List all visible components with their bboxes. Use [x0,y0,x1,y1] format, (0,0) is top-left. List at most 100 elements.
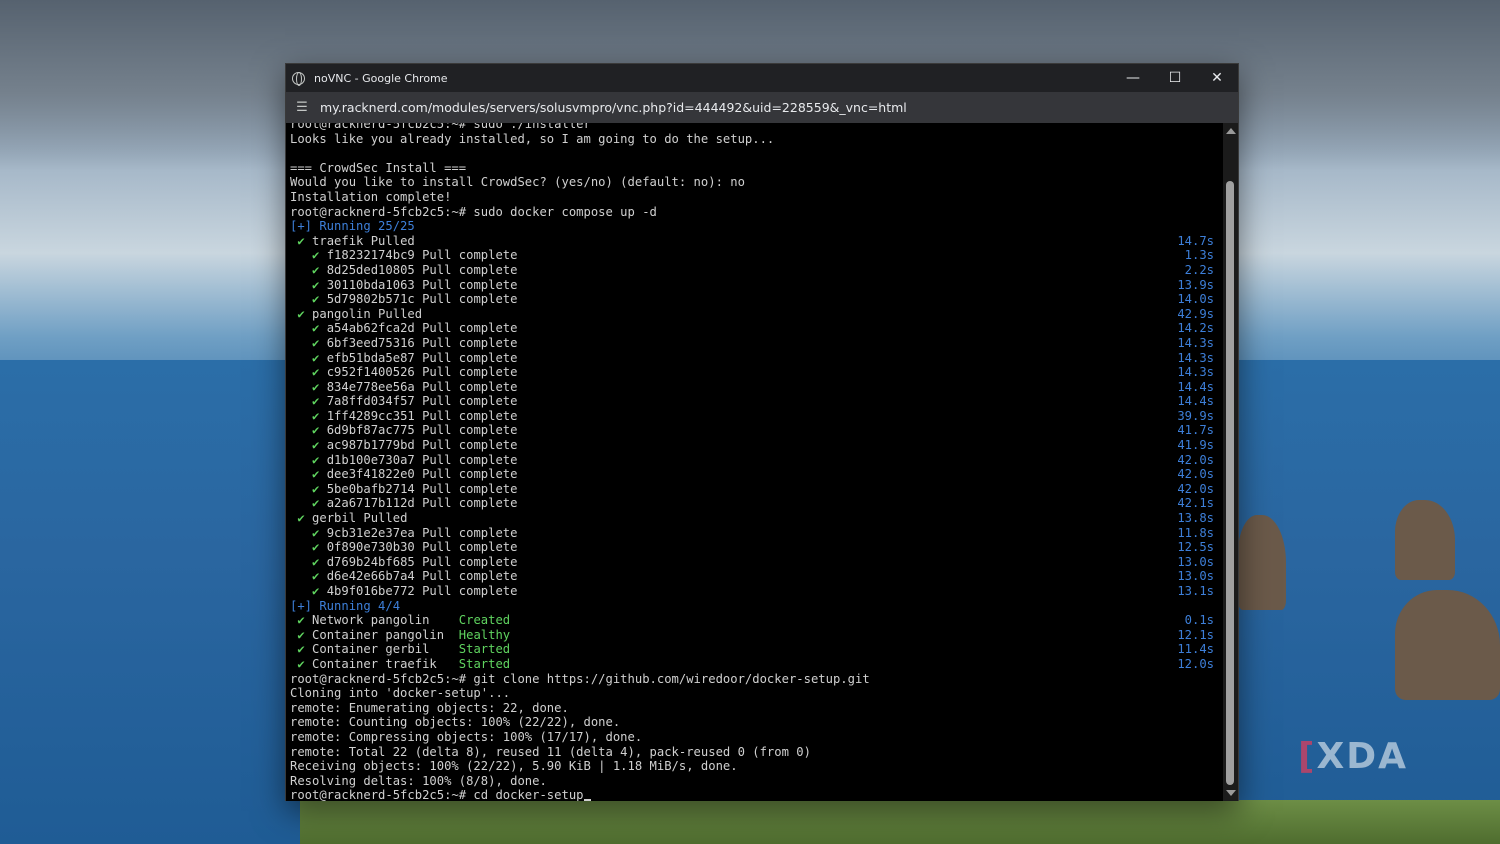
terminal-line-text: Container pangolin [304,627,459,642]
terminal-line: Receiving objects: 100% (22/22), 5.90 Ki… [290,759,1224,774]
terminal-line-text: 9cb31e2e37ea Pull complete [319,525,518,540]
status-text: Started [458,642,511,657]
terminal-line: ✔ dee3f41822e0 Pull complete 42.0s [290,467,1224,482]
terminal-line-text: Resolving deltas: 100% (8/8), done. [290,773,547,788]
terminal-line: ✔ a54ab62fca2d Pull complete 14.2s [290,321,1224,336]
wallpaper-grass [300,800,1500,844]
scrollbar[interactable] [1223,123,1238,801]
elapsed-time: 14.3s [1177,365,1214,380]
terminal-line: ✔ 0f890e730b30 Pull complete 12.5s [290,540,1224,555]
elapsed-time: 41.9s [1177,438,1214,453]
elapsed-time: 2.2s [1184,262,1214,277]
terminal-line-text: 8d25ded10805 Pull complete [319,262,518,277]
terminal-line-text: 7a8ffd034f57 Pull complete [319,394,518,409]
terminal-line-text: root@racknerd-5fcb2c5:~# git clone https… [290,671,870,686]
terminal-line-text: Looks like you already installed, so I a… [290,131,775,146]
url-text: my.racknerd.com/modules/servers/solusvmp… [320,100,907,115]
elapsed-time: 14.4s [1177,394,1214,409]
address-bar[interactable]: ☰ my.racknerd.com/modules/servers/solusv… [286,92,1238,123]
terminal-line-text: efb51bda5e87 Pull complete [319,350,518,365]
terminal-line: ✔ a2a6717b112d Pull complete 42.1s [290,496,1224,511]
minimize-button[interactable]: — [1112,64,1154,92]
close-button[interactable]: ✕ [1196,64,1238,92]
terminal-line: ✔ Network pangolin Created 0.1s [290,613,1224,628]
scroll-down-icon[interactable] [1226,790,1236,796]
status-text: Healthy [458,627,511,642]
terminal-line: === CrowdSec Install === [290,161,1224,176]
terminal-line-text: [+] Running 4/4 [290,598,401,613]
window-title: noVNC - Google Chrome [314,71,448,85]
scroll-up-icon[interactable] [1226,128,1236,134]
terminal-line-text: remote: Total 22 (delta 8), reused 11 (d… [290,744,811,759]
elapsed-time: 13.0s [1177,554,1214,569]
title-bar[interactable]: noVNC - Google Chrome — ☐ ✕ [286,64,1238,92]
terminal-line: ✔ 8d25ded10805 Pull complete 2.2s [290,263,1224,278]
terminal-line-text: Cloning into 'docker-setup'... [290,686,511,701]
check-icon: ✔ [297,233,305,248]
terminal-line: ✔ gerbil Pulled 13.8s [290,511,1224,526]
terminal-line: remote: Compressing objects: 100% (17/17… [290,730,1224,745]
elapsed-time: 42.0s [1177,481,1214,496]
terminal-line: ✔ efb51bda5e87 Pull complete 14.3s [290,351,1224,366]
terminal-line: [+] Running 25/25 [290,219,1224,234]
elapsed-time: 13.0s [1177,569,1214,584]
terminal-line: ✔ d769b24bf685 Pull complete 13.0s [290,555,1224,570]
terminal-line-text: pangolin Pulled [304,306,423,321]
terminal-line: ✔ Container gerbil Started 11.4s [290,642,1224,657]
terminal-line: ✔ 5be0bafb2714 Pull complete 42.0s [290,482,1224,497]
terminal-line: ✔ traefik Pulled 14.7s [290,234,1224,249]
terminal-line-text: root@racknerd-5fcb2c5:~# cd docker-setup [290,788,584,801]
terminal-line: ✔ ac987b1779bd Pull complete 41.9s [290,438,1224,453]
terminal-line-text: remote: Enumerating objects: 22, done. [290,700,569,715]
elapsed-time: 42.1s [1177,496,1214,511]
site-settings-icon[interactable]: ☰ [294,100,310,116]
terminal-line-text: d1b100e730a7 Pull complete [319,452,518,467]
terminal-line: ✔ 6d9bf87ac775 Pull complete 41.7s [290,423,1224,438]
check-icon: ✔ [297,306,305,321]
terminal-line-text: c952f1400526 Pull complete [319,365,518,380]
terminal-line-text: Installation complete! [290,189,452,204]
terminal-line: remote: Total 22 (delta 8), reused 11 (d… [290,745,1224,760]
terminal-line-text: 5d79802b571c Pull complete [319,292,518,307]
terminal-line: ✔ 30110bda1063 Pull complete 13.9s [290,278,1224,293]
terminal-line: Would you like to install CrowdSec? (yes… [290,175,1224,190]
status-text: Started [458,656,511,671]
terminal-line: ✔ Container pangolin Healthy 12.1s [290,628,1224,643]
text-cursor [583,799,591,801]
elapsed-time: 14.4s [1177,379,1214,394]
terminal-line-text: [+] Running 25/25 [290,219,415,234]
terminal-line-text: Receiving objects: 100% (22/22), 5.90 Ki… [290,759,738,774]
terminal-line-text: 30110bda1063 Pull complete [319,277,518,292]
terminal-line: Installation complete! [290,190,1224,205]
elapsed-time: 12.5s [1177,540,1214,555]
elapsed-time: 13.1s [1177,584,1214,598]
elapsed-time: 14.0s [1177,292,1214,307]
terminal-line: ✔ 834e778ee56a Pull complete 14.4s [290,380,1224,395]
terminal-line-text: 6d9bf87ac775 Pull complete [319,423,518,438]
elapsed-time: 11.4s [1177,642,1214,657]
terminal-output[interactable]: root@racknerd-5fcb2c5:~# sudo ./installe… [286,123,1224,801]
terminal-line: ✔ 7a8ffd034f57 Pull complete 14.4s [290,394,1224,409]
elapsed-time: 0.1s [1184,613,1214,628]
terminal-line: ✔ Container traefik Started 12.0s [290,657,1224,672]
terminal-line-text: dee3f41822e0 Pull complete [319,467,518,482]
elapsed-time: 11.8s [1177,525,1214,540]
elapsed-time: 1.3s [1184,248,1214,263]
wallpaper-rock [1238,515,1286,610]
terminal-line-text: root@racknerd-5fcb2c5:~# sudo ./installe… [290,123,591,131]
scrollbar-thumb[interactable] [1226,181,1234,785]
xda-watermark: [XDA [1298,736,1408,777]
terminal-line-text: Network pangolin [304,613,459,628]
terminal-line-text: 0f890e730b30 Pull complete [319,540,518,555]
terminal-line: ✔ d1b100e730a7 Pull complete 42.0s [290,453,1224,468]
maximize-button[interactable]: ☐ [1154,64,1196,92]
terminal-line: ✔ d6e42e66b7a4 Pull complete 13.0s [290,569,1224,584]
terminal-line: ✔ pangolin Pulled 42.9s [290,307,1224,322]
terminal-line: ✔ 5d79802b571c Pull complete 14.0s [290,292,1224,307]
terminal-line: Looks like you already installed, so I a… [290,132,1224,147]
terminal-line: remote: Counting objects: 100% (22/22), … [290,715,1224,730]
terminal-line-text: === CrowdSec Install === [290,160,467,175]
elapsed-time: 14.3s [1177,350,1214,365]
terminal-line: ✔ 9cb31e2e37ea Pull complete 11.8s [290,526,1224,541]
terminal-line: remote: Enumerating objects: 22, done. [290,701,1224,716]
